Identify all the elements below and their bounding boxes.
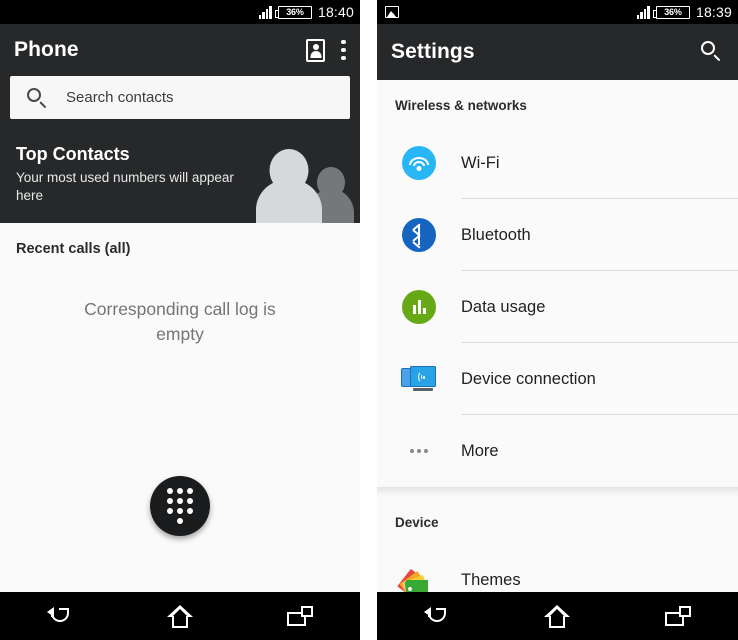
- nav-back-button[interactable]: [32, 592, 88, 640]
- wifi-icon: [402, 146, 436, 180]
- settings-item-bluetooth[interactable]: Bluetooth: [377, 199, 738, 271]
- settings-app-panel: 36% 18:39 Settings Wireless & networks W…: [377, 0, 738, 640]
- settings-item-label: Themes: [461, 570, 521, 589]
- data-usage-icon-slot: [395, 283, 443, 331]
- recent-calls-section: Recent calls (all) Corresponding call lo…: [0, 223, 360, 578]
- device-connection-icon-slot: [395, 355, 443, 403]
- recent-calls-label: Recent calls (all): [16, 241, 131, 257]
- settings-item-wifi[interactable]: Wi-Fi: [377, 127, 738, 199]
- home-icon: [167, 604, 193, 628]
- wifi-icon-slot: [395, 139, 443, 187]
- nav-recents-button[interactable]: [650, 592, 706, 640]
- search-contacts-field[interactable]: Search contacts: [10, 76, 350, 119]
- status-right-icons: 36% 18:39: [636, 4, 732, 20]
- back-icon: [424, 607, 450, 625]
- section-heading-wireless: Wireless & networks: [377, 80, 738, 127]
- settings-navigation-bar: [377, 592, 738, 640]
- phone-navigation-bar: [0, 592, 360, 640]
- app-bar-actions: [700, 40, 724, 64]
- signal-bars-icon: [636, 5, 650, 19]
- settings-item-label: Data usage: [461, 297, 546, 316]
- people-silhouette-icon: [256, 143, 354, 223]
- phone-app-panel: 36% 18:40 Phone Search contacts Top Cont…: [0, 0, 360, 640]
- page-title: Phone: [14, 38, 79, 61]
- settings-item-data-usage[interactable]: Data usage: [377, 271, 738, 343]
- dialpad-fab-button[interactable]: [150, 476, 210, 536]
- themes-icon: [397, 565, 435, 595]
- empty-call-log-message: Corresponding call log is empty: [84, 299, 276, 345]
- screenshot-image-icon: [385, 6, 399, 18]
- nav-home-button[interactable]: [529, 592, 585, 640]
- dialpad-icon: [167, 488, 193, 524]
- status-right-icons: 36% 18:40: [258, 4, 354, 20]
- page-title: Settings: [391, 40, 475, 63]
- settings-item-label: Device connection: [461, 369, 596, 388]
- nav-recents-button[interactable]: [272, 592, 328, 640]
- data-usage-icon: [402, 290, 436, 324]
- home-icon: [544, 604, 571, 628]
- search-icon: [26, 87, 48, 109]
- bluetooth-icon: [402, 218, 436, 252]
- phone-app-bar: Phone: [0, 24, 360, 76]
- battery-percent-label: 36%: [664, 6, 682, 17]
- person-silhouette-front: [256, 149, 322, 223]
- recents-icon: [664, 606, 691, 626]
- top-contacts-card[interactable]: Top Contacts Your most used numbers will…: [0, 131, 360, 223]
- bluetooth-icon-slot: [395, 211, 443, 259]
- back-icon: [47, 607, 73, 625]
- search-placeholder: Search contacts: [66, 89, 174, 106]
- screenshot-stage: 36% 18:40 Phone Search contacts Top Cont…: [0, 0, 738, 640]
- battery-icon: 36%: [275, 5, 312, 19]
- section-heading-device: Device: [377, 497, 738, 544]
- section-separator: [377, 487, 738, 497]
- settings-item-label: Wi-Fi: [461, 153, 500, 172]
- overflow-menu-icon[interactable]: [341, 39, 346, 61]
- device-connection-icon: [401, 365, 437, 393]
- status-clock: 18:40: [317, 4, 354, 20]
- settings-item-label: More: [461, 441, 499, 460]
- settings-list: Wireless & networks Wi-Fi Bluetooth Data…: [377, 80, 738, 640]
- recents-icon: [287, 606, 313, 626]
- signal-bars-icon: [258, 5, 272, 19]
- settings-item-device-connection[interactable]: Device connection: [377, 343, 738, 415]
- settings-item-more[interactable]: More: [377, 415, 738, 487]
- app-bar-actions: [306, 38, 346, 62]
- settings-item-label: Bluetooth: [461, 225, 531, 244]
- nav-home-button[interactable]: [152, 592, 208, 640]
- contacts-card-icon[interactable]: [306, 38, 325, 62]
- status-left-icons: [385, 6, 637, 18]
- battery-icon: 36%: [653, 5, 690, 19]
- settings-status-bar: 36% 18:39: [377, 0, 738, 24]
- settings-app-bar: Settings: [377, 24, 738, 80]
- search-bar-container: Search contacts: [0, 76, 360, 131]
- top-contacts-subtitle: Your most used numbers will appear here: [16, 170, 234, 204]
- more-icon: [410, 449, 428, 453]
- search-icon[interactable]: [700, 40, 724, 64]
- battery-percent-label: 36%: [286, 6, 304, 17]
- phone-status-bar: 36% 18:40: [0, 0, 360, 24]
- more-icon-slot: [395, 427, 443, 475]
- nav-back-button[interactable]: [409, 592, 465, 640]
- status-clock: 18:39: [695, 4, 732, 20]
